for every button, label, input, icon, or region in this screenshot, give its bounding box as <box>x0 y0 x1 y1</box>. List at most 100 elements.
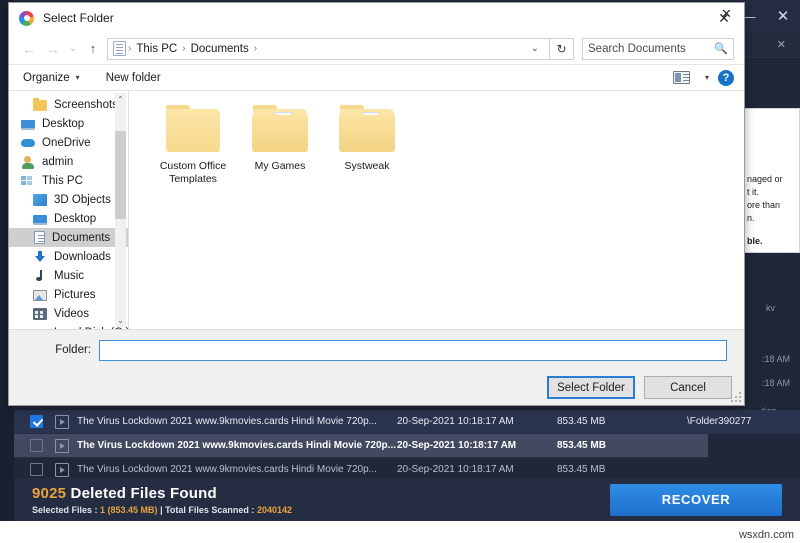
folder-with-files-icon <box>338 105 396 153</box>
breadcrumb-separator: › <box>128 43 132 54</box>
popup-line-3: ore than <box>747 200 781 210</box>
breadcrumb-this-pc[interactable]: This PC <box>133 43 180 55</box>
sidebar-item-label: 3D Objects <box>54 193 111 206</box>
folder-tile-systweak[interactable]: Systweak <box>325 105 409 201</box>
folder-with-files-icon <box>251 105 309 153</box>
view-chevron-down-icon[interactable]: ▾ <box>705 73 709 82</box>
row-checkbox[interactable] <box>30 439 43 452</box>
sidebar-item-3d-objects[interactable]: 3D Objects <box>9 190 128 209</box>
refresh-button[interactable]: ↻ <box>550 37 574 60</box>
dialog-buttons: Select Folder Cancel <box>21 370 732 405</box>
close-button[interactable]: ✕ <box>766 0 800 32</box>
selected-files-label: Selected Files : <box>32 504 101 515</box>
sidebar-item-music[interactable]: Music <box>9 266 128 285</box>
right-fragment-kv: kv <box>766 303 775 313</box>
file-date: 20-Sep-2021 10:18:17 AM <box>397 464 514 475</box>
sidebar-item-label: Desktop <box>42 117 85 130</box>
forward-icon[interactable]: → <box>41 37 65 61</box>
sidebar-item-label: OneDrive <box>42 136 91 149</box>
recent-locations-icon[interactable]: ⌄ <box>65 37 81 61</box>
breadcrumb-documents[interactable]: Documents <box>188 43 252 55</box>
found-count: 9025 <box>32 484 67 502</box>
new-folder-button[interactable]: New folder <box>106 72 161 84</box>
sidebar-item-onedrive[interactable]: OneDrive <box>9 133 128 152</box>
popup-line-1: naged or <box>747 174 783 184</box>
dialog-footer: Folder: Select Folder Cancel <box>9 329 744 405</box>
sidebar-item-label: admin <box>42 155 74 168</box>
select-folder-dialog: Select Folder ✕ ← → ⌄ ↑ › This PC › Docu… <box>8 2 745 406</box>
sidebar-item-downloads[interactable]: Downloads <box>9 247 128 266</box>
sidebar-item-videos[interactable]: Videos <box>9 304 128 323</box>
file-size: 853.45 MB <box>557 440 606 451</box>
scroll-up-icon[interactable]: ⌃ <box>115 93 126 106</box>
back-icon[interactable]: ← <box>17 37 41 61</box>
tab-close-icon[interactable]: ✕ <box>777 38 786 51</box>
right-fragment-time-2: :18 AM <box>762 378 791 388</box>
sidebar-scrollbar[interactable]: ⌃ ⌄ <box>115 93 126 327</box>
this-pc-icon <box>21 174 35 188</box>
sidebar-item-this-pc[interactable]: This PC <box>9 171 128 190</box>
folder-label: My Games <box>254 160 306 172</box>
app-logo-icon <box>19 10 34 26</box>
3d-objects-icon <box>33 194 47 206</box>
right-fragment-time-1: :18 AM <box>762 354 791 364</box>
sidebar-item-label: Screenshots <box>54 98 118 111</box>
deleted-files-found: 9025 Deleted Files Found <box>32 485 610 502</box>
row-checkbox[interactable] <box>30 415 43 428</box>
total-scanned-value: 2040142 <box>256 504 292 515</box>
address-chevron-down-icon[interactable]: ⌄ <box>525 43 545 54</box>
folder-tile-custom-office-templates[interactable]: Custom Office Templates <box>151 105 235 201</box>
address-bar[interactable]: › This PC › Documents › ⌄ <box>107 37 550 60</box>
folder-icon <box>33 98 47 111</box>
dialog-titlebar: Select Folder ✕ <box>9 3 744 33</box>
sidebar-item-screenshots[interactable]: Screenshots <box>9 95 128 114</box>
folder-tile-my-games[interactable]: My Games <box>238 105 322 201</box>
sidebar-item-pictures[interactable]: Pictures <box>9 285 128 304</box>
recover-button[interactable]: RECOVER <box>610 483 782 516</box>
scroll-down-icon[interactable]: ⌄ <box>115 314 126 327</box>
watermark: wsxdn.com <box>738 529 794 541</box>
video-file-icon <box>55 438 69 453</box>
help-icon[interactable]: ? <box>718 69 734 86</box>
resize-grip-icon[interactable] <box>732 393 741 402</box>
sidebar-item-label: This PC <box>42 174 83 187</box>
sidebar-item-local-disk-c[interactable]: Local Disk (C:) <box>9 323 128 330</box>
background-popup-fragment: naged or t it. ore than n. ble. <box>742 108 800 253</box>
documents-icon <box>34 231 45 244</box>
search-icon[interactable]: 🔍 <box>714 42 728 55</box>
file-name: The Virus Lockdown 2021 www.9kmovies.car… <box>77 464 377 475</box>
search-box[interactable]: 🔍 <box>582 37 734 60</box>
desktop-icon <box>21 119 35 130</box>
bottom-strip: wsxdn.com <box>0 521 800 543</box>
found-label: Deleted Files Found <box>70 484 217 502</box>
total-scanned-label: | Total Files Scanned : <box>157 504 257 515</box>
file-date: 20-Sep-2021 10:18:17 AM <box>397 440 517 451</box>
folder-label: Systweak <box>344 160 390 172</box>
file-grid[interactable]: Custom Office Templates My Games Systwea… <box>128 91 744 329</box>
documents-breadcrumb-icon <box>113 41 126 56</box>
sidebar-item-documents[interactable]: Documents <box>9 228 128 247</box>
select-folder-button[interactable]: Select Folder <box>547 376 635 399</box>
dialog-title: Select Folder <box>43 11 114 25</box>
table-row[interactable]: The Virus Lockdown 2021 www.9kmovies.car… <box>14 434 708 458</box>
file-date: 20-Sep-2021 10:18:17 AM <box>397 416 514 427</box>
folder-name-row: Folder: <box>21 330 732 370</box>
video-file-icon <box>55 462 69 477</box>
row-checkbox[interactable] <box>30 463 43 476</box>
change-view-icon[interactable] <box>672 71 690 84</box>
videos-icon <box>33 308 47 320</box>
cancel-button[interactable]: Cancel <box>644 376 732 399</box>
background-close-icon[interactable]: ✕ <box>721 6 732 22</box>
table-row[interactable]: The Virus Lockdown 2021 www.9kmovies.car… <box>14 410 800 434</box>
sidebar-item-label: Pictures <box>54 288 96 301</box>
sidebar-item-admin[interactable]: admin <box>9 152 128 171</box>
up-icon[interactable]: ↑ <box>81 37 105 61</box>
folder-input[interactable] <box>99 339 727 361</box>
sidebar-item-desktop[interactable]: Desktop <box>9 114 128 133</box>
sidebar-item-label: Desktop <box>54 212 97 225</box>
scrollbar-thumb[interactable] <box>115 131 126 219</box>
search-input[interactable] <box>588 42 715 55</box>
sidebar-item-desktop-2[interactable]: Desktop <box>9 209 128 228</box>
file-size: 853.45 MB <box>557 416 606 427</box>
organize-button[interactable]: Organize ▾ <box>23 72 80 84</box>
